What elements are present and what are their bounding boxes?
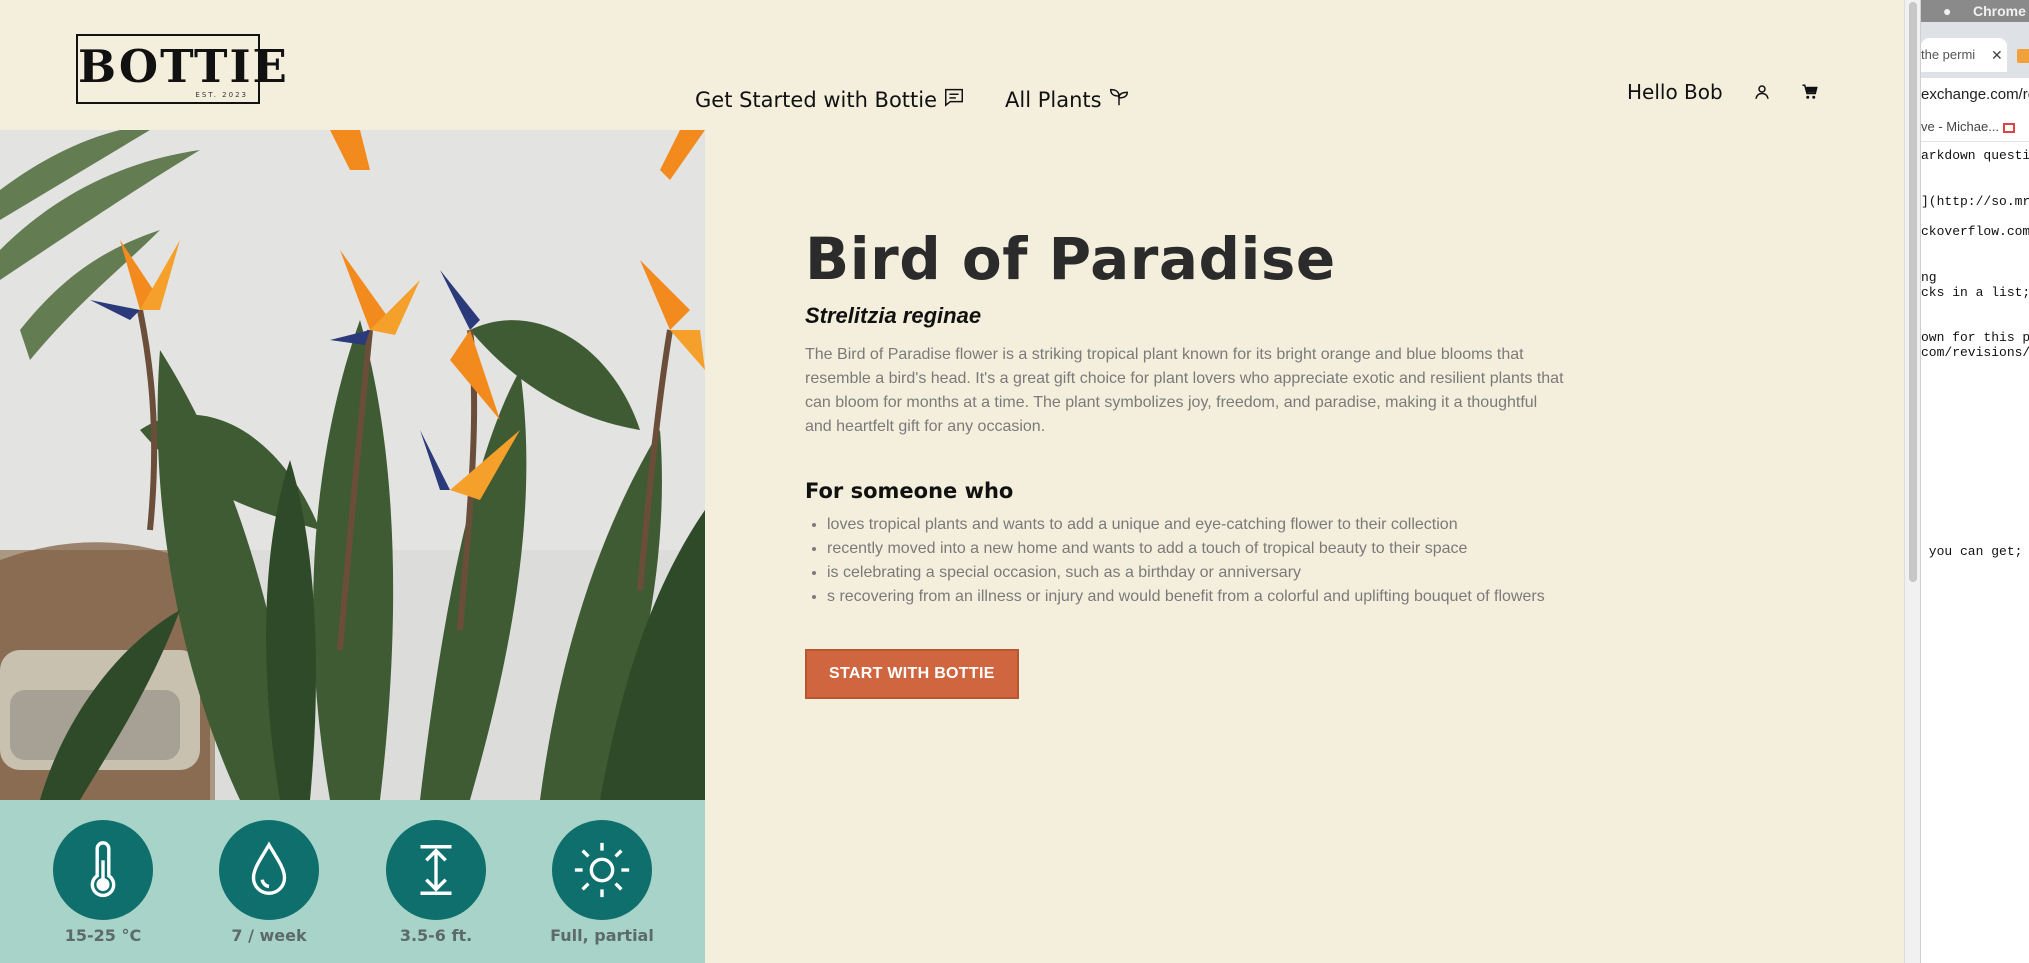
code-line: own for this p [1921, 330, 2029, 345]
nav-get-started-label: Get Started with Bottie [695, 87, 938, 112]
page-scrollbar[interactable] [1904, 0, 1920, 963]
tab-favicon-icon[interactable] [2017, 49, 2029, 63]
bottie-page: BOTTIE EST. 2023 Get Started with Bottie… [0, 0, 1904, 963]
chat-icon [943, 86, 965, 113]
code-line: ng [1921, 270, 1937, 285]
logo-text: BOTTIE [78, 40, 289, 93]
stat-height: 3.5-6 ft. [371, 820, 501, 945]
water-drop-icon [219, 820, 319, 920]
user-greeting: Hello Bob [1627, 80, 1723, 104]
start-with-bottie-button[interactable]: START WITH BOTTIE [805, 648, 1019, 699]
plant-title: Bird of Paradise [805, 225, 1336, 293]
list-item: s recovering from an illness or injury a… [827, 585, 1565, 609]
stat-watering-label: 7 / week [231, 926, 307, 945]
nav-get-started[interactable]: Get Started with Bottie [695, 86, 965, 113]
list-item: recently moved into a new home and wants… [827, 537, 1565, 561]
code-line: cks in a list; [1921, 285, 2029, 300]
menubar-app-name[interactable]: Chrome [1973, 0, 2026, 22]
plant-details: Bird of Paradise Strelitzia reginae The … [805, 225, 1565, 699]
code-editor[interactable]: arkdown questi ](http://so.mr ckoverflow… [1921, 142, 2029, 559]
code-line: ckoverflow.com [1921, 224, 2029, 239]
code-line: ](http://so.mr [1921, 194, 2029, 209]
thermometer-icon [53, 820, 153, 920]
stat-temperature: 15-25 °C [38, 820, 168, 945]
bookmark-item[interactable]: ve - Michae... [1921, 119, 1999, 134]
height-icon [386, 820, 486, 920]
stat-temperature-label: 15-25 °C [64, 926, 142, 945]
code-line: arkdown questi [1921, 148, 2029, 163]
macos-menubar: ● Chrome [1921, 0, 2029, 22]
plant-scientific-name: Strelitzia reginae [805, 302, 982, 328]
gmail-icon[interactable] [2003, 122, 2016, 133]
nav-all-plants[interactable]: All Plants [1005, 86, 1130, 113]
list-item: loves tropical plants and wants to add a… [827, 513, 1565, 537]
cart-icon[interactable] [1801, 83, 1819, 101]
sun-icon [552, 820, 652, 920]
bottie-logo[interactable]: BOTTIE EST. 2023 [76, 34, 289, 104]
url-bar[interactable]: exchange.com/re [1921, 78, 2029, 112]
background-browser-window[interactable]: ● Chrome the permi ✕ exchange.com/re ve … [1920, 0, 2029, 963]
user-area: Hello Bob [1627, 80, 1819, 104]
main-nav: Get Started with Bottie All Plants [695, 86, 1130, 113]
logo-est: EST. 2023 [195, 91, 248, 99]
stat-watering: 7 / week [204, 820, 334, 945]
list-item: is celebrating a special occasion, such … [827, 561, 1565, 585]
apple-icon[interactable]: ● [1943, 0, 1951, 22]
plant-description: The Bird of Paradise flower is a strikin… [805, 345, 1564, 435]
sprout-icon [1108, 86, 1130, 113]
stat-light-label: Full, partial [550, 926, 654, 945]
care-stats-panel: 15-25 °C 7 / week 3.5-6 ft. Full, partia… [0, 800, 705, 963]
browser-tab-label: the permi [1921, 47, 1976, 62]
nav-all-plants-label: All Plants [1005, 87, 1102, 112]
tab-bar: the permi ✕ [1921, 22, 2029, 78]
scrollbar-thumb[interactable] [1909, 2, 1917, 582]
plant-photo [0, 130, 705, 800]
code-line: com/revisions/ [1921, 345, 2029, 360]
for-someone-heading: For someone who [805, 478, 1014, 503]
stat-light: Full, partial [537, 820, 667, 945]
reasons-list: loves tropical plants and wants to add a… [805, 513, 1565, 609]
bookmarks-bar: ve - Michae... [1921, 112, 2029, 142]
code-line: you can get; [1921, 544, 2029, 559]
stat-height-label: 3.5-6 ft. [399, 926, 473, 945]
user-icon[interactable] [1753, 83, 1771, 101]
close-icon[interactable]: ✕ [1991, 38, 2003, 72]
